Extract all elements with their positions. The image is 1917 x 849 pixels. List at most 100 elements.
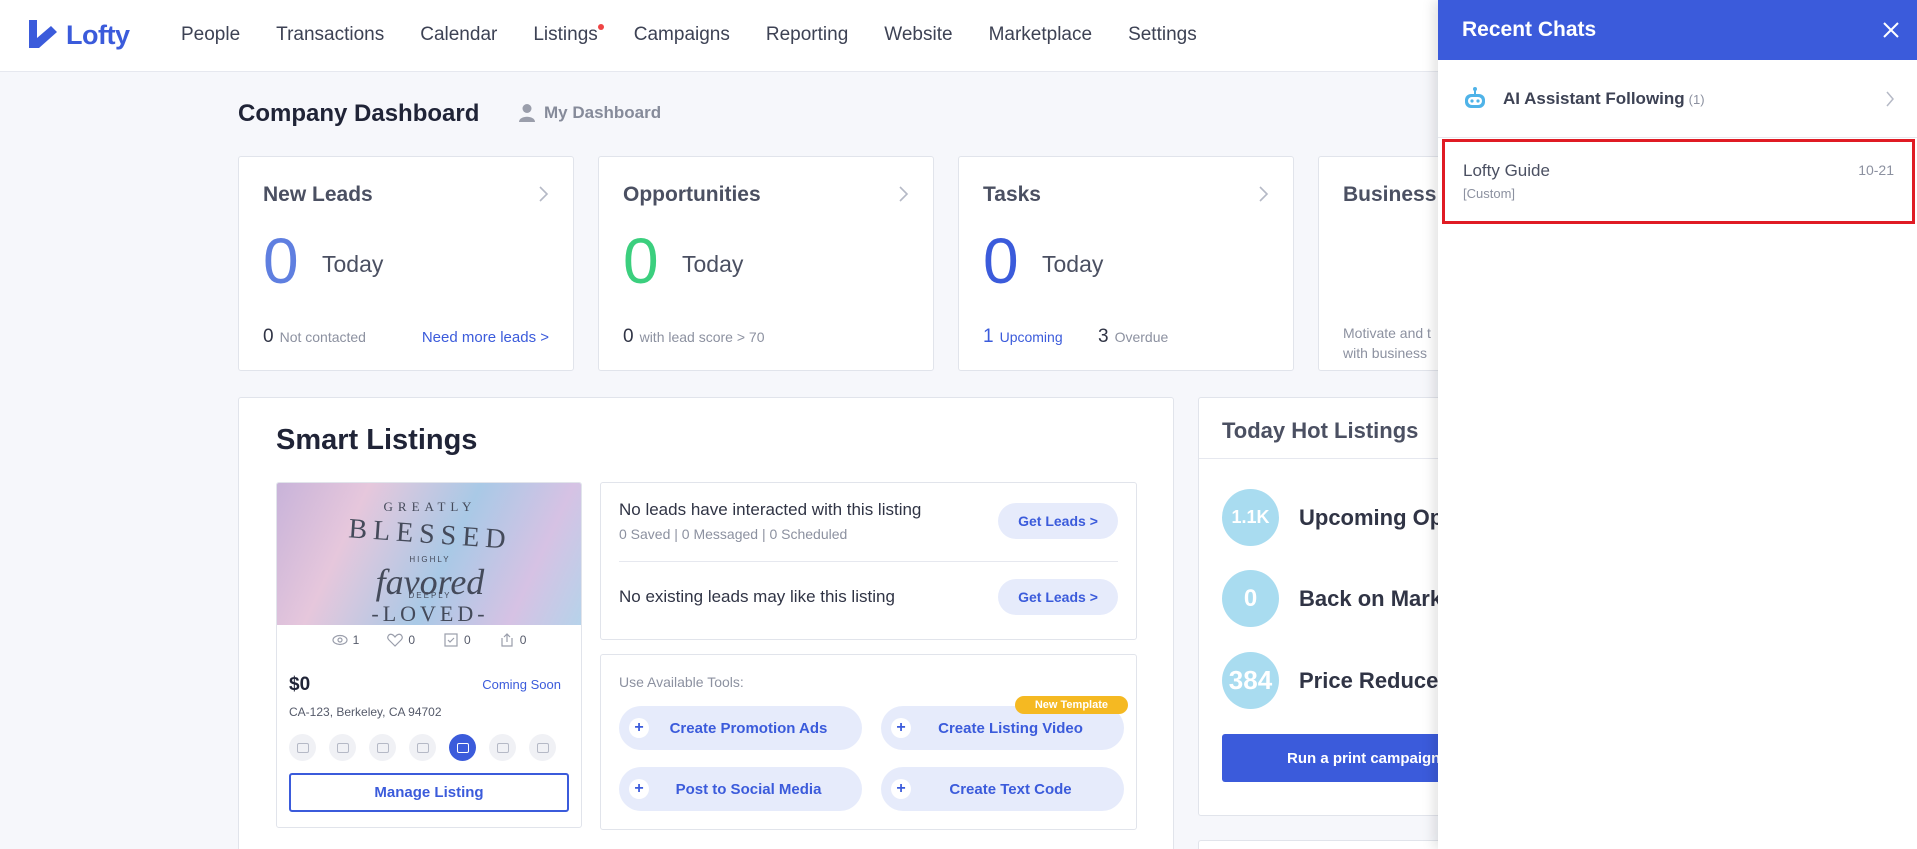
nav-item-settings[interactable]: Settings — [1128, 24, 1197, 46]
saves-stat: 0 — [443, 633, 471, 647]
page-title: Company Dashboard — [238, 100, 480, 127]
ai-assistant-count: (1) — [1688, 92, 1705, 107]
overdue-stat[interactable]: 3 Overdue — [1098, 326, 1168, 348]
my-dashboard-switch[interactable]: My Dashboard — [518, 103, 661, 123]
main-nav: People Transactions Calendar Listings Ca… — [181, 24, 1233, 46]
tasks-count: 0 — [983, 225, 1019, 297]
hot-listing-row[interactable]: 384 Price Reduce — [1222, 652, 1438, 709]
get-leads-button[interactable]: Get Leads > — [998, 579, 1118, 615]
listing-stats: 1 0 0 0 — [277, 633, 581, 647]
nav-item-reporting[interactable]: Reporting — [766, 24, 848, 46]
person-icon — [519, 104, 535, 122]
qr-code-icon[interactable] — [529, 734, 556, 761]
need-more-leads-link[interactable]: Need more leads > — [422, 329, 549, 346]
available-tools-box: Use Available Tools: + Create Promotion … — [600, 654, 1137, 830]
folder-icon[interactable] — [409, 734, 436, 761]
overdue-label: Overdue — [1114, 329, 1169, 345]
share-icon — [501, 633, 513, 647]
nav-item-people[interactable]: People — [181, 24, 240, 46]
photo-text: BLESSED — [347, 513, 513, 556]
opportunities-count: 0 — [623, 225, 659, 297]
nav-item-marketplace[interactable]: Marketplace — [989, 24, 1093, 46]
hot-listing-label: Price Reduce — [1299, 667, 1439, 693]
shares-count: 0 — [519, 633, 527, 647]
listing-card: GREATLY BLESSED HIGHLY favored DEEPLY -L… — [276, 482, 582, 828]
tool-label: Create Promotion Ads — [669, 719, 828, 737]
lead-score-count: 0 — [623, 326, 634, 347]
plus-icon: + — [891, 718, 911, 738]
nav-item-calendar[interactable]: Calendar — [420, 24, 497, 46]
lead-score-stat: 0 with lead score > 70 — [623, 326, 764, 348]
lofty-logo-icon — [29, 20, 57, 48]
new-leads-count: 0 — [263, 225, 299, 297]
chat-item-lofty-guide[interactable]: Lofty Guide [Custom] 10-21 — [1442, 139, 1915, 224]
opportunities-card[interactable]: Opportunities 0 Today 0 with lead score … — [598, 156, 934, 371]
tools-label: Use Available Tools: — [619, 674, 744, 690]
tasks-card[interactable]: Tasks 0 Today 1 Upcoming 3 Overdue — [958, 156, 1294, 371]
nav-item-transactions[interactable]: Transactions — [276, 24, 384, 46]
hot-listing-row[interactable]: 0 Back on Mark — [1222, 570, 1442, 627]
listing-photo[interactable]: GREATLY BLESSED HIGHLY favored DEEPLY -L… — [277, 483, 581, 626]
manage-listing-button[interactable]: Manage Listing — [289, 773, 569, 812]
nav-item-website[interactable]: Website — [884, 24, 952, 46]
post-to-social-media-button[interactable]: + Post to Social Media — [619, 767, 862, 811]
share-icon[interactable] — [369, 734, 396, 761]
card-title: New Leads — [263, 183, 373, 206]
chevron-right-icon[interactable] — [897, 185, 909, 203]
create-text-code-button[interactable]: + Create Text Code — [881, 767, 1124, 811]
upcoming-count: 1 — [983, 326, 994, 347]
overdue-count: 3 — [1098, 326, 1109, 347]
lofty-logo[interactable]: Lofty — [27, 18, 130, 52]
business-description: Motivate and t with business — [1343, 323, 1431, 363]
flyer-icon[interactable] — [449, 734, 476, 761]
get-leads-button[interactable]: Get Leads > — [998, 503, 1118, 539]
hot-listings-title: Today Hot Listings — [1222, 418, 1419, 443]
nav-item-listings[interactable]: Listings — [533, 24, 604, 46]
photo-text: -LOVED- — [371, 601, 489, 626]
listing-status: Coming Soon — [482, 677, 561, 692]
create-listing-video-button[interactable]: + Create Listing Video New Template — [881, 696, 1128, 750]
new-template-badge: New Template — [1014, 696, 1128, 714]
not-contacted-stat: 0 Not contacted — [263, 326, 366, 348]
hot-listing-row[interactable]: 1.1K Upcoming Op — [1222, 489, 1443, 546]
upcoming-label: Upcoming — [999, 329, 1063, 345]
hot-listing-label: Back on Mark — [1299, 585, 1443, 611]
photo-text: DEEPLY — [408, 591, 452, 600]
hot-count-badge: 384 — [1222, 652, 1279, 709]
tool-label: Create Listing Video — [938, 719, 1083, 737]
hot-listing-label: Upcoming Op — [1299, 504, 1444, 530]
period-label: Today — [1042, 251, 1104, 277]
calendar-check-icon — [444, 633, 458, 647]
chat-name: Lofty Guide — [1463, 161, 1550, 180]
chat-tag: [Custom] — [1463, 186, 1516, 201]
upcoming-stat[interactable]: 1 Upcoming — [983, 326, 1063, 348]
card-title: Business — [1343, 183, 1437, 206]
listing-price: $0 — [289, 674, 311, 695]
close-icon[interactable] — [1879, 18, 1903, 42]
hot-count-badge: 0 — [1222, 570, 1279, 627]
plus-icon: + — [629, 718, 649, 738]
tool-label: Post to Social Media — [675, 780, 822, 798]
chevron-right-icon[interactable] — [1257, 185, 1269, 203]
period-label: Today — [682, 251, 744, 277]
nav-item-campaigns[interactable]: Campaigns — [634, 24, 730, 46]
notification-dot — [597, 24, 604, 30]
create-promotion-ads-button[interactable]: + Create Promotion Ads — [619, 706, 862, 750]
views-count: 1 — [352, 633, 360, 647]
house-icon[interactable] — [489, 734, 516, 761]
listing-address: CA-123, Berkeley, CA 94702 — [289, 705, 442, 719]
period-label: Today — [322, 251, 384, 277]
recent-chats-drawer: Recent Chats AI Assistant Following (1) L… — [1438, 0, 1917, 849]
existing-leads-row: No existing leads may like this listing … — [619, 579, 1118, 615]
likes-count: 0 — [408, 633, 415, 647]
nav-item-listings-label: Listings — [533, 24, 598, 45]
chevron-right-icon — [1886, 91, 1894, 107]
shares-stat: 0 — [499, 633, 527, 647]
ad-icon[interactable] — [289, 734, 316, 761]
plus-icon: + — [629, 779, 649, 799]
lead-score-label: with lead score > 70 — [639, 329, 765, 345]
new-leads-card[interactable]: New Leads 0 Today 0 Not contacted Need m… — [238, 156, 574, 371]
truck-icon[interactable] — [329, 734, 356, 761]
ai-assistant-following-row[interactable]: AI Assistant Following (1) — [1438, 60, 1917, 138]
chevron-right-icon[interactable] — [537, 185, 549, 203]
